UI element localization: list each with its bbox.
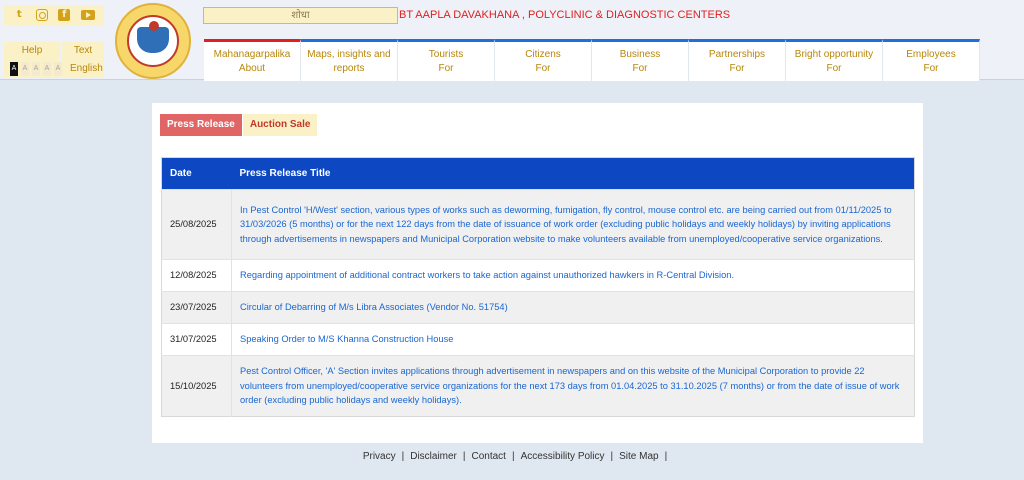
row-date: 23/07/2025 [161,291,232,324]
text-box: Text English [62,42,104,78]
row-title-link[interactable]: Circular of Debarring of M/s Libra Assoc… [231,291,915,324]
nav-line2: For [535,63,551,74]
corporation-logo[interactable] [115,3,191,79]
youtube-icon[interactable] [80,10,95,20]
font-size-option[interactable]: A [10,62,18,76]
tab-auction-sale[interactable]: Auction Sale [242,114,318,136]
twitter-icon[interactable]: t [13,9,25,21]
text-label: Text [73,45,93,56]
table-row: 25/08/2025 In Pest Control 'H/West' sect… [161,189,915,260]
instagram-icon[interactable] [35,9,48,21]
row-date: 15/10/2025 [161,355,232,417]
social-links: t f [4,5,104,25]
font-size-option[interactable]: A [21,62,29,76]
press-release-table: Date Press Release Title 25/08/2025 In P… [161,157,915,417]
nav-item-tourists[interactable]: Tourists For [398,39,495,81]
nav-item-employees[interactable]: Employees For [883,39,980,81]
nav-item-about[interactable]: Mahanagarpalika About [204,39,301,81]
nav-line2: reports [333,63,365,74]
nav-line1: Bright opportunity [794,49,874,60]
table-row: 12/08/2025 Regarding appointment of addi… [161,259,915,292]
emblem-icon [127,15,179,67]
help-box: Help A A A A A [4,42,62,78]
row-date: 25/08/2025 [161,189,232,260]
site-footer: Privacy | Disclaimer | Contact | Accessi… [0,451,1024,462]
tab-press-release[interactable]: Press Release [160,114,242,136]
row-date: 12/08/2025 [161,259,232,292]
nav-line1: Tourists [428,49,464,60]
nav-item-partnerships[interactable]: Partnerships For [689,39,786,81]
date-column-header: Date [161,157,232,190]
footer-accessibility-link[interactable]: Accessibility Policy [515,451,611,462]
row-title-link[interactable]: Regarding appointment of additional cont… [231,259,915,292]
nav-line1: Maps, insights and [307,49,391,60]
row-title-link[interactable]: Pest Control Officer, 'A' Section invite… [231,355,915,417]
facebook-icon[interactable]: f [58,9,71,21]
nav-line2: For [729,63,745,74]
font-size-controls: A A A A A [10,62,62,76]
nav-line2: For [923,63,939,74]
footer-sitemap-link[interactable]: Site Map [613,451,664,462]
tab-bar: Press Release Auction Sale [160,114,318,136]
content-panel: Press Release Auction Sale Date Press Re… [152,103,923,443]
nav-line1: Business [619,49,661,60]
nav-line1: Citizens [525,49,561,60]
nav-line2: For [632,63,648,74]
search-input[interactable]: शोधा [203,7,398,24]
news-ticker[interactable]: BT AAPLA DAVAKHANA , POLYCLINIC & DIAGNO… [399,9,730,21]
footer-contact-link[interactable]: Contact [466,451,512,462]
footer-privacy-link[interactable]: Privacy [357,451,402,462]
nav-line1: Mahanagarpalika [213,49,291,60]
site-header: t f Help A A A A A Text English शोधा BT … [0,0,1024,81]
help-link[interactable]: Help [4,45,60,56]
nav-item-citizens[interactable]: Citizens For [495,39,592,81]
row-date: 31/07/2025 [161,323,232,356]
footer-disclaimer-link[interactable]: Disclaimer [404,451,463,462]
row-title-link[interactable]: In Pest Control 'H/West' section, variou… [231,189,915,260]
table-row: 31/07/2025 Speaking Order to M/S Khanna … [161,323,915,356]
font-size-option[interactable]: A [54,62,62,76]
nav-item-maps[interactable]: Maps, insights and reports [301,39,398,81]
nav-line2: About [238,63,266,74]
nav-line1: Partnerships [708,49,766,60]
main-nav: Mahanagarpalika About Maps, insights and… [204,39,980,81]
nav-line2: For [438,63,454,74]
table-header-row: Date Press Release Title [161,157,915,190]
language-selector[interactable]: English [70,63,103,74]
font-size-option[interactable]: A [32,62,40,76]
footer-separator: | [664,451,668,462]
nav-line2: For [826,63,842,74]
title-column-header: Press Release Title [231,157,915,190]
nav-item-opportunity[interactable]: Bright opportunity For [786,39,883,81]
table-row: 15/10/2025 Pest Control Officer, 'A' Sec… [161,355,915,417]
table-row: 23/07/2025 Circular of Debarring of M/s … [161,291,915,324]
nav-line1: Employees [906,49,956,60]
row-title-link[interactable]: Speaking Order to M/S Khanna Constructio… [231,323,915,356]
nav-item-business[interactable]: Business For [592,39,689,81]
font-size-option[interactable]: A [43,62,51,76]
